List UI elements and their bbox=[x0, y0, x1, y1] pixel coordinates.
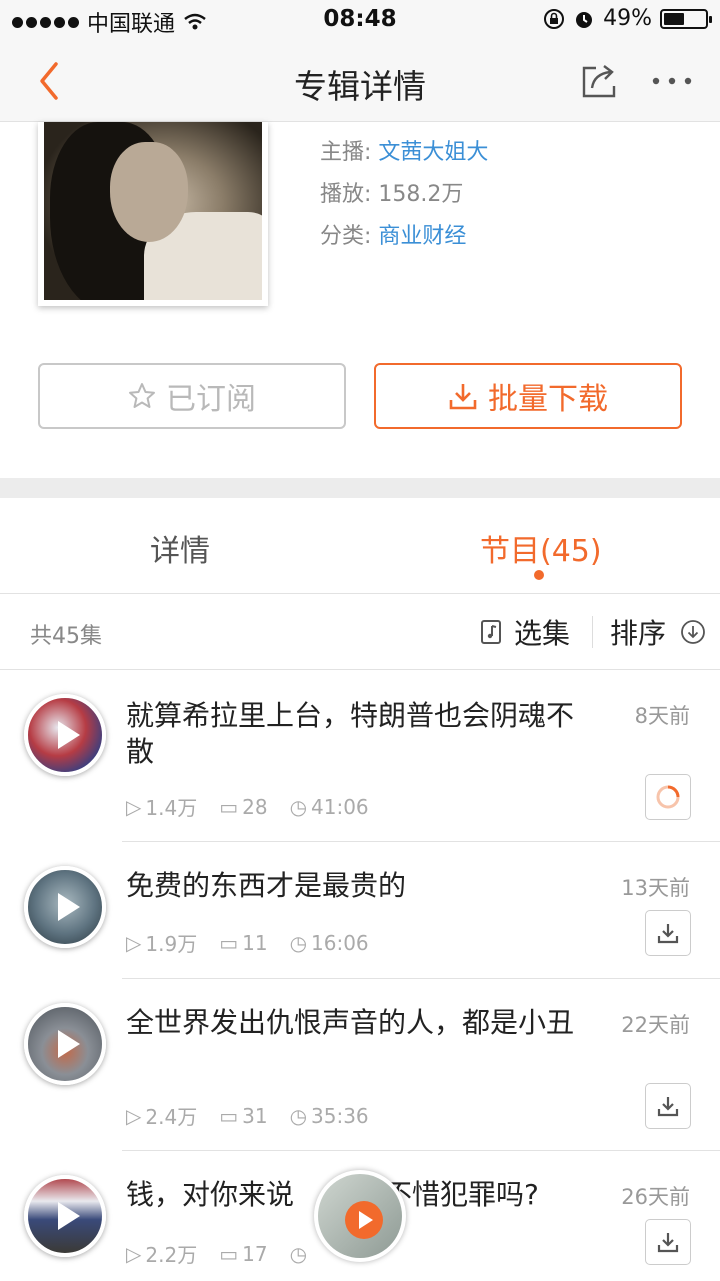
downloading-button[interactable] bbox=[645, 774, 691, 820]
episode-thumbnail[interactable] bbox=[24, 1175, 106, 1257]
episode-age: 13天前 bbox=[621, 876, 690, 900]
play-icon bbox=[58, 893, 80, 921]
play-icon bbox=[58, 1202, 80, 1230]
play-icon bbox=[58, 1030, 80, 1058]
comment-icon: ▭ bbox=[219, 1241, 239, 1266]
category-row: 分类: 商业财经 bbox=[320, 224, 467, 249]
episode-meta: ▷ 2.4万 ▭ 31 ◷ 35:36 bbox=[126, 1103, 369, 1130]
plays-icon: ▷ bbox=[126, 930, 142, 955]
subscribed-button[interactable]: 已订阅 bbox=[38, 363, 346, 429]
host-photo bbox=[44, 122, 262, 300]
rotation-lock-icon bbox=[544, 8, 565, 29]
clock-icon: ◷ bbox=[289, 1103, 308, 1128]
episode-title[interactable]: 免费的东西才是最贵的 bbox=[126, 868, 596, 904]
playlist-icon bbox=[481, 620, 501, 644]
clock-icon: ◷ bbox=[289, 794, 308, 819]
download-button[interactable] bbox=[645, 1219, 691, 1265]
episode-age: 26天前 bbox=[621, 1185, 690, 1209]
host-row: 主播: 文茜大姐大 bbox=[320, 140, 489, 165]
download-button[interactable] bbox=[645, 910, 691, 956]
now-playing-cover bbox=[318, 1174, 402, 1258]
active-tab-indicator bbox=[534, 570, 544, 580]
comment-icon: ▭ bbox=[219, 794, 239, 819]
category-link[interactable]: 商业财经 bbox=[378, 224, 466, 249]
download-icon bbox=[657, 1097, 679, 1117]
comment-icon: ▭ bbox=[219, 930, 239, 955]
plays-icon: ▷ bbox=[126, 794, 142, 819]
share-icon[interactable] bbox=[578, 60, 620, 102]
loading-spinner-icon bbox=[656, 785, 680, 809]
list-item[interactable]: 免费的东西才是最贵的 13天前 ▷ 1.9万 ▭ 11 ◷ 16:06 bbox=[0, 842, 720, 979]
episode-count: 共45集 bbox=[30, 624, 102, 649]
status-bar: 中国联通 08:48 49% bbox=[0, 0, 720, 40]
episode-age: 8天前 bbox=[634, 704, 690, 728]
tab-detail[interactable]: 详情 bbox=[150, 526, 210, 570]
episode-title[interactable]: 就算希拉里上台，特朗普也会阴魂不散 bbox=[126, 698, 596, 770]
clock-icon: ◷ bbox=[289, 1241, 308, 1266]
alarm-icon bbox=[576, 11, 593, 28]
episode-meta: ▷ 2.2万 ▭ 17 ◷ bbox=[126, 1241, 308, 1268]
more-icon[interactable] bbox=[650, 66, 694, 96]
section-divider bbox=[0, 478, 720, 498]
battery-icon bbox=[660, 8, 712, 29]
episode-age: 22天前 bbox=[621, 1013, 690, 1037]
episode-title[interactable]: 全世界发出仇恨声音的人，都是小丑 bbox=[126, 1005, 596, 1041]
list-header: 共45集 选集 排序 bbox=[0, 594, 720, 670]
download-icon bbox=[657, 924, 679, 944]
download-icon bbox=[657, 1233, 679, 1253]
select-episodes-button[interactable]: 选集 bbox=[480, 612, 570, 652]
list-item[interactable]: 全世界发出仇恨声音的人，都是小丑 22天前 ▷ 2.4万 ▭ 31 ◷ 35:36 bbox=[0, 979, 720, 1151]
star-icon bbox=[129, 383, 155, 408]
plays-value: 158.2万 bbox=[378, 182, 464, 207]
episode-thumbnail[interactable] bbox=[24, 694, 106, 776]
play-icon bbox=[345, 1201, 383, 1239]
episode-thumbnail[interactable] bbox=[24, 866, 106, 948]
plays-icon: ▷ bbox=[126, 1103, 142, 1128]
plays-icon: ▷ bbox=[126, 1241, 142, 1266]
nav-bar: 专辑详情 bbox=[0, 40, 720, 122]
batch-download-button[interactable]: 批量下载 bbox=[374, 363, 682, 429]
plays-row: 播放: 158.2万 bbox=[320, 182, 464, 207]
header-divider bbox=[592, 616, 593, 648]
episode-meta: ▷ 1.9万 ▭ 11 ◷ 16:06 bbox=[126, 930, 369, 957]
now-playing-button[interactable] bbox=[314, 1170, 406, 1262]
comment-icon: ▭ bbox=[219, 1103, 239, 1128]
tab-programs[interactable]: 节目(45) bbox=[480, 526, 602, 570]
tab-bar: 详情 节目(45) bbox=[0, 498, 720, 594]
clock-icon: ◷ bbox=[289, 930, 308, 955]
sort-button[interactable]: 排序 bbox=[610, 612, 706, 652]
play-icon bbox=[58, 721, 80, 749]
host-link[interactable]: 文茜大姐大 bbox=[378, 140, 488, 165]
download-icon bbox=[449, 384, 477, 410]
episode-thumbnail[interactable] bbox=[24, 1003, 106, 1085]
sort-down-icon bbox=[681, 620, 705, 644]
download-button[interactable] bbox=[645, 1083, 691, 1129]
episode-meta: ▷ 1.4万 ▭ 28 ◷ 41:06 bbox=[126, 794, 369, 821]
list-item[interactable]: 就算希拉里上台，特朗普也会阴魂不散 8天前 ▷ 1.4万 ▭ 28 ◷ 41:06 bbox=[0, 670, 720, 842]
battery-percent: 49% bbox=[603, 6, 652, 31]
album-cover bbox=[38, 122, 268, 306]
album-info: 主播: 文茜大姐大 播放: 158.2万 分类: 商业财经 bbox=[320, 132, 488, 258]
